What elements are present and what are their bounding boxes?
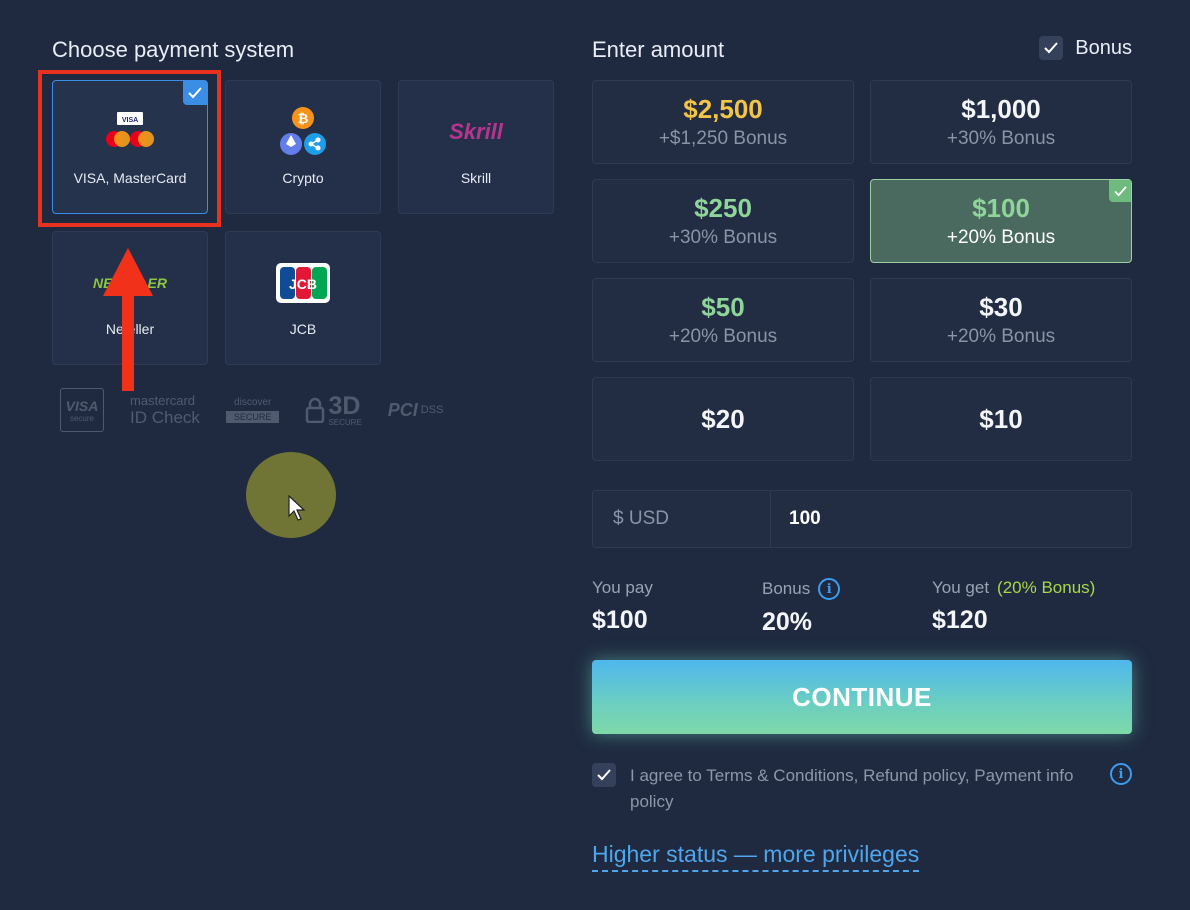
amount-bonus: +30% Bonus bbox=[668, 227, 778, 248]
mouse-cursor-icon bbox=[288, 495, 306, 521]
amount-value: $1,000 bbox=[961, 94, 1041, 124]
visa-secure-badge-icon: VISA secure bbox=[60, 388, 104, 432]
payment-option-label: JCB bbox=[289, 321, 317, 337]
you-get-label: You get bbox=[932, 578, 990, 597]
check-icon bbox=[597, 769, 611, 781]
agreement-row: I agree to Terms & Conditions, Refund po… bbox=[592, 763, 1132, 815]
amount-option-100[interactable]: $100 +20% Bonus bbox=[870, 179, 1132, 263]
payment-option-label: Crypto bbox=[282, 170, 324, 186]
agreement-info-icon[interactable]: i bbox=[1110, 763, 1132, 785]
jcb-logo-icon: JCB bbox=[275, 259, 331, 307]
payment-option-jcb[interactable]: JCB JCB bbox=[225, 231, 381, 365]
bonus-toggle[interactable]: Bonus bbox=[1039, 36, 1132, 60]
payment-option-visa-mastercard[interactable]: VISA VISA, MasterCard bbox=[52, 80, 208, 214]
amount-input[interactable] bbox=[771, 491, 1131, 547]
amount-value: $30 bbox=[979, 292, 1023, 322]
agree-checkbox[interactable] bbox=[592, 763, 616, 787]
higher-status-link[interactable]: Higher status — more privileges bbox=[592, 841, 920, 872]
amount-option-1000[interactable]: $1,000 +30% Bonus bbox=[870, 80, 1132, 164]
amount-bonus: +30% Bonus bbox=[946, 128, 1056, 149]
amount-option-50[interactable]: $50 +20% Bonus bbox=[592, 278, 854, 362]
payment-option-label: Skrill bbox=[460, 170, 492, 186]
amount-value: $250 bbox=[694, 193, 752, 223]
amount-option-250[interactable]: $250 +30% Bonus bbox=[592, 179, 854, 263]
you-get-value: $120 bbox=[932, 606, 988, 634]
bonus-checkbox[interactable] bbox=[1039, 36, 1064, 60]
agreement-text: I agree to Terms & Conditions, Refund po… bbox=[630, 766, 1074, 811]
discover-secure-badge-icon: discover SECURE bbox=[225, 397, 280, 423]
security-badges: VISA secure mastercard ID Check discover… bbox=[60, 388, 443, 432]
amount-option-10[interactable]: $10 bbox=[870, 377, 1132, 461]
amount-bonus: +$1,250 Bonus bbox=[658, 128, 788, 149]
crypto-logo-icon: ₿ bbox=[275, 107, 331, 156]
amount-option-2500[interactable]: $2,500 +$1,250 Bonus bbox=[592, 80, 854, 164]
you-pay-value: $100 bbox=[592, 606, 648, 634]
check-icon bbox=[1044, 42, 1059, 54]
payment-option-skrill[interactable]: Skrill Skrill bbox=[398, 80, 554, 214]
bonus-label: Bonus bbox=[1075, 36, 1132, 59]
payment-option-label: VISA, MasterCard bbox=[73, 170, 187, 186]
3d-secure-badge-icon: 3D SECURE bbox=[305, 393, 362, 427]
amount-bonus: +20% Bonus bbox=[946, 326, 1056, 347]
selected-check-icon bbox=[1109, 180, 1131, 202]
currency-label: $ USD bbox=[593, 491, 771, 547]
amount-value: $50 bbox=[701, 292, 745, 322]
bonus-summary: Bonus i 20% bbox=[762, 578, 841, 637]
amount-section-title: Enter amount bbox=[592, 37, 725, 62]
skrill-logo-text: Skrill bbox=[449, 119, 503, 144]
amount-option-20[interactable]: $20 bbox=[592, 377, 854, 461]
amount-bonus: +20% Bonus bbox=[946, 227, 1056, 248]
amount-value: $100 bbox=[972, 193, 1030, 223]
amount-value: $20 bbox=[701, 404, 745, 434]
red-arrow-icon bbox=[103, 248, 153, 391]
amount-value: $10 bbox=[979, 404, 1023, 434]
bonus-summary-value: 20% bbox=[762, 608, 813, 636]
amount-bonus: +20% Bonus bbox=[668, 326, 778, 347]
amount-option-30[interactable]: $30 +20% Bonus bbox=[870, 278, 1132, 362]
payment-section-title: Choose payment system bbox=[52, 37, 295, 62]
svg-text:₿: ₿ bbox=[298, 112, 309, 127]
you-pay-label: You pay bbox=[592, 578, 653, 597]
pci-dss-badge-icon: PCI DSS bbox=[387, 399, 444, 420]
bonus-summary-label: Bonus bbox=[762, 579, 811, 598]
mastercard-id-check-badge-icon: mastercard ID Check bbox=[130, 392, 200, 427]
payment-option-crypto[interactable]: ₿ Crypto bbox=[225, 80, 381, 214]
skrill-logo-icon: Skrill bbox=[449, 108, 503, 156]
info-icon[interactable]: i bbox=[818, 578, 841, 600]
visa-mastercard-logo-icon: VISA bbox=[100, 108, 160, 156]
amount-input-group: $ USD bbox=[592, 490, 1132, 548]
amount-value: $2,500 bbox=[683, 94, 763, 124]
you-pay-summary: You pay $100 bbox=[592, 578, 653, 635]
jcb-logo-text: JCB bbox=[289, 276, 317, 292]
selected-check-icon bbox=[183, 81, 207, 105]
continue-button[interactable]: CONTINUE bbox=[592, 660, 1132, 734]
visa-small-text: VISA bbox=[122, 117, 138, 124]
you-get-bonus: (20% Bonus) bbox=[997, 578, 1096, 597]
you-get-summary: You get (20% Bonus) $120 bbox=[932, 578, 1095, 635]
